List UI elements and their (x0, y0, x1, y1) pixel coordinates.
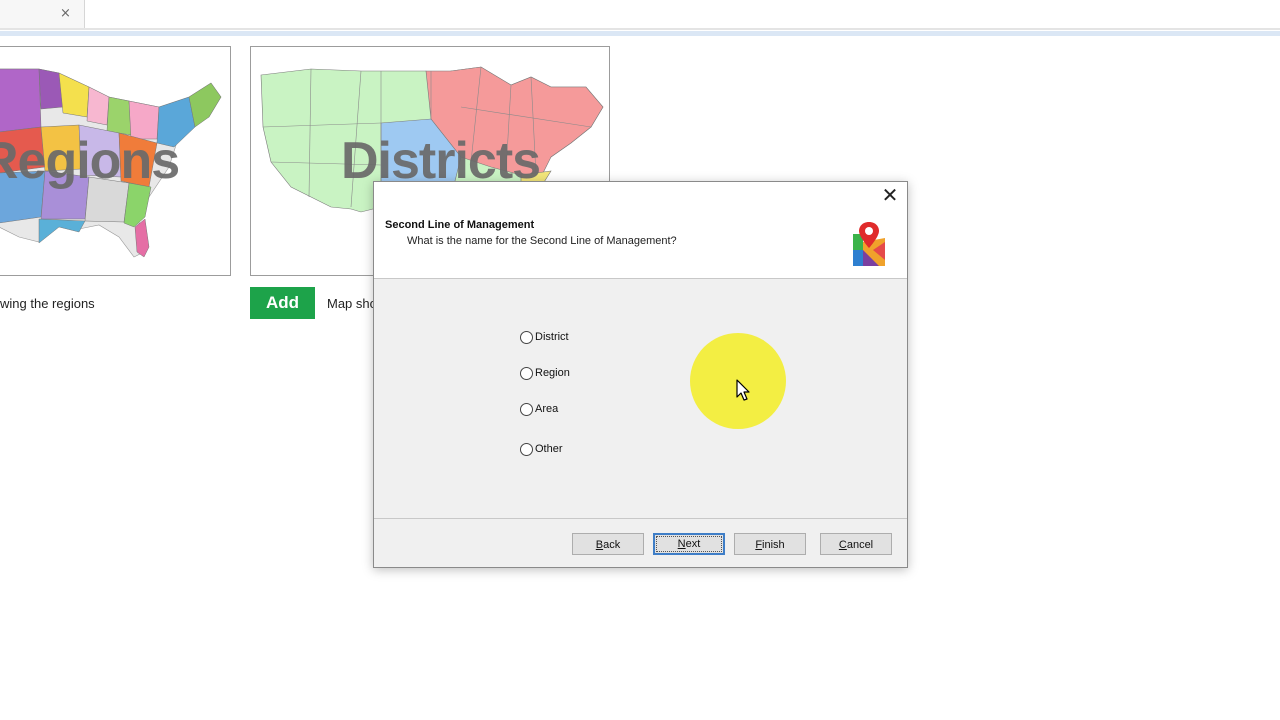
finish-button[interactable]: Finish (734, 533, 806, 555)
option-other[interactable]: Other (520, 441, 640, 457)
wizard-dialog: ✕ Second Line of Management What is the … (373, 181, 908, 568)
browser-tab-bar: × (0, 0, 1280, 28)
add-button[interactable]: Add (250, 287, 315, 319)
dialog-header: ✕ Second Line of Management What is the … (374, 182, 907, 279)
option-label: Area (535, 403, 559, 415)
districts-description: Map sho (327, 296, 377, 311)
cancel-label-rest: ancel (846, 539, 874, 551)
toolbar-strip (0, 31, 1280, 36)
mouse-pointer-icon (736, 379, 750, 401)
cancel-accel: C (838, 539, 847, 551)
regions-map-card[interactable]: Regions (0, 46, 231, 276)
cancel-button[interactable]: Cancel (820, 533, 892, 555)
close-icon[interactable]: ✕ (879, 184, 901, 206)
option-area[interactable]: Area (520, 401, 640, 417)
radio-icon[interactable] (520, 402, 533, 416)
back-label-rest: ack (603, 539, 621, 551)
option-label: Region (535, 367, 570, 379)
browser-tab[interactable]: × (0, 0, 85, 28)
dialog-subtitle: What is the name for the Second Line of … (407, 235, 677, 247)
map-pin-logo-icon (853, 222, 885, 266)
option-district[interactable]: District (520, 329, 640, 345)
regions-description: wing the regions (0, 296, 95, 311)
option-region[interactable]: Region (520, 365, 640, 381)
back-button[interactable]: Back (572, 533, 644, 555)
back-accel: B (595, 539, 604, 551)
radio-icon[interactable] (520, 330, 533, 344)
focus-ring (656, 536, 722, 552)
radio-icon[interactable] (520, 442, 533, 456)
option-label: Other (535, 443, 563, 455)
footer-divider (374, 518, 907, 519)
finish-label-rest: inish (762, 539, 785, 551)
regions-overlay-text: Regions (0, 132, 180, 190)
dialog-title: Second Line of Management (385, 219, 535, 231)
tab-divider (0, 28, 1280, 30)
next-button[interactable]: Next (653, 533, 725, 555)
option-label: District (535, 331, 569, 343)
tab-close-icon[interactable]: × (60, 6, 71, 21)
radio-icon[interactable] (520, 366, 533, 380)
